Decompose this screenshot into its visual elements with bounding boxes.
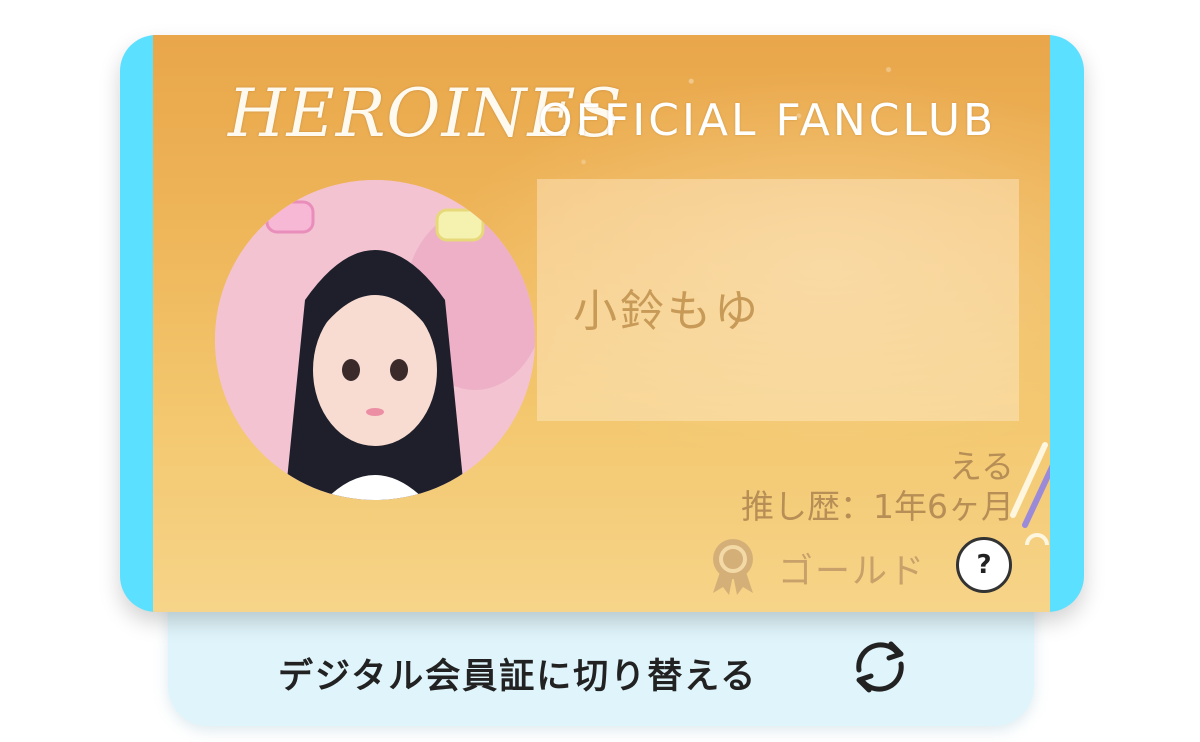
member-card: HEROINES OFFICIAL FANCLUB 小鈴もゆ える 推し歴：1年… — [120, 35, 1084, 612]
member-name: 小鈴もゆ — [573, 286, 761, 337]
member-name-box: 小鈴もゆ — [537, 179, 1019, 421]
medal-icon — [713, 539, 753, 595]
fanclub-title: OFFICIAL FANCLUB — [538, 95, 997, 146]
help-button[interactable]: ? — [956, 537, 1012, 593]
switch-label[interactable]: デジタル会員証に切り替える — [278, 648, 757, 699]
refresh-icon[interactable] — [845, 636, 915, 698]
member-avatar — [215, 180, 535, 500]
oshi-history: 推し歴：1年6ヶ月 — [741, 487, 1014, 526]
question-icon: ? — [976, 550, 992, 580]
rank-label: ゴールド — [778, 552, 927, 592]
card-face: HEROINES OFFICIAL FANCLUB 小鈴もゆ える 推し歴：1年… — [153, 35, 1050, 612]
